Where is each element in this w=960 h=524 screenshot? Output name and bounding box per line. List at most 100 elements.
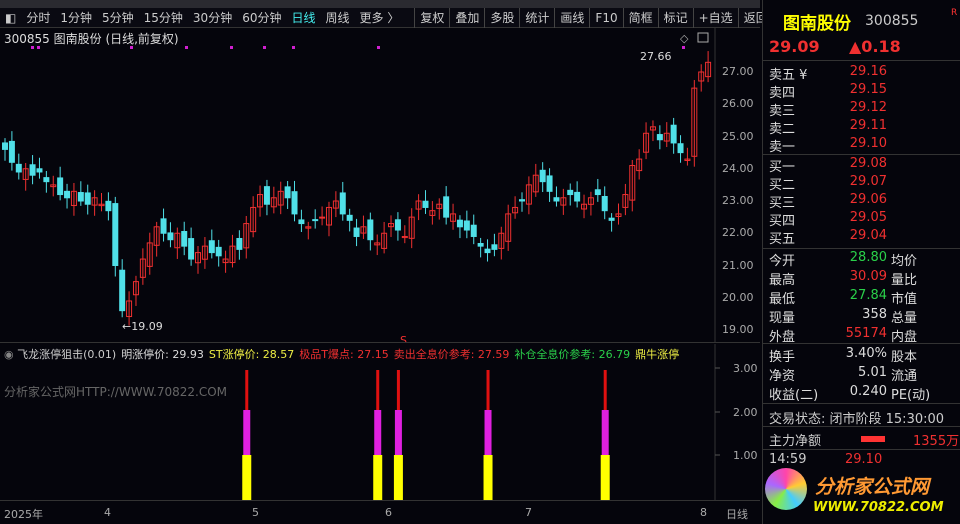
bid-row: 买一 29.08 (769, 156, 887, 175)
time-axis-label: 4 (104, 506, 111, 519)
candle (146, 232, 153, 275)
tick-price: 29.10 (845, 452, 883, 467)
stat-row: 现量 358 总量 (769, 307, 918, 326)
candle (629, 160, 636, 212)
period-tab[interactable]: 30分钟 (188, 9, 237, 26)
candle (553, 186, 560, 207)
candle (367, 212, 374, 251)
main-flow-bar (861, 436, 885, 442)
r-badge: R (951, 8, 958, 18)
finance-row: 换手 3.40% 股本 (769, 346, 918, 365)
candle (705, 51, 712, 83)
time-axis-label: 5 (252, 506, 259, 519)
candle (98, 192, 105, 212)
period-tab[interactable]: 更多 〉 (355, 9, 405, 26)
candle (491, 233, 498, 257)
period-label[interactable]: 日线 (726, 506, 748, 522)
candle (243, 215, 250, 259)
period-tab[interactable]: 分时 (21, 9, 55, 26)
candle (257, 185, 264, 217)
low-label: ←19.09 (122, 320, 163, 333)
candle (64, 183, 71, 209)
marker-dot (185, 46, 188, 49)
toolbar-button[interactable]: 简框 (622, 7, 658, 28)
candle (567, 183, 574, 206)
candle (649, 120, 656, 142)
candle (346, 208, 353, 232)
indicator-field: 补仓全息价参考: 26.79 (514, 348, 631, 361)
toolbar-button[interactable]: 叠加 (449, 7, 484, 28)
toolbar-button[interactable]: 统计 (519, 7, 554, 28)
candle (360, 215, 367, 239)
candle (505, 204, 512, 251)
candle (15, 153, 22, 180)
signal-bar (600, 370, 610, 500)
toolbar-button[interactable]: 多股 (484, 7, 519, 28)
time-axis-label: 8 (700, 506, 707, 519)
indicator-chart[interactable]: 3.00 2.00 1.00 (0, 344, 760, 500)
candle (381, 221, 388, 254)
toolbar-button[interactable]: +自选 (692, 7, 738, 28)
indicator-axis-label: 2.00 (733, 406, 758, 419)
candle (539, 162, 546, 193)
candle (263, 179, 270, 216)
tick-time: 14:59 (769, 452, 807, 467)
panel-toggle-icon[interactable] (697, 32, 709, 43)
marker-dot (263, 46, 266, 49)
chart-title: 300855 图南股份 (日线,前复权) (4, 32, 179, 46)
stat-row: 外盘 55174 内盘 (769, 326, 918, 345)
indicator-axis-label: 1.00 (733, 449, 758, 462)
period-tab[interactable]: 5分钟 (97, 9, 139, 26)
time-axis: 2025年 4 5 6 7 8 日线 (0, 500, 760, 524)
period-tab[interactable]: 日线 (286, 9, 320, 26)
time-axis-label: 7 (525, 506, 532, 519)
candle (332, 191, 339, 218)
layout-toggle-icon[interactable]: ◧ (0, 11, 21, 25)
candlestick-chart[interactable]: 27.66 ←19.09 S ◇ (0, 28, 760, 343)
candle (325, 201, 332, 237)
candle (450, 203, 457, 230)
candle (8, 131, 15, 171)
candle (581, 194, 588, 219)
indicator-field: 鼎牛涨停 (635, 348, 680, 361)
toolbar-button[interactable]: 复权 (414, 7, 449, 28)
toolbar-button[interactable]: 画线 (554, 7, 589, 28)
candle (132, 275, 139, 306)
period-tab[interactable]: 15分钟 (139, 9, 188, 26)
quote-panel: 图南股份 300855 R 29.09 ▲0.18 卖五 ¥29.16 卖四 29.15 卖三 2… (762, 0, 960, 524)
candle (574, 181, 581, 208)
candle (408, 208, 415, 249)
candle (291, 180, 298, 222)
period-tab[interactable]: 1分钟 (55, 9, 97, 26)
main-flow-value: 1355万 (913, 434, 960, 449)
period-tab[interactable]: 60分钟 (237, 9, 286, 26)
diamond-icon[interactable]: ◇ (680, 32, 689, 45)
indicator-field: 极品T爆点: 27.15 (299, 348, 389, 361)
candle (208, 229, 215, 259)
collapse-icon[interactable]: ◉ (4, 348, 17, 361)
candle (477, 237, 484, 258)
candle (546, 168, 553, 202)
candle (518, 192, 525, 212)
candle (229, 234, 236, 268)
candle (195, 246, 202, 274)
candle (188, 227, 195, 266)
candle (22, 163, 29, 191)
time-axis-label: 6 (385, 506, 392, 519)
candle (587, 191, 594, 216)
candle (663, 122, 670, 148)
ask-row: 卖三 29.12 (769, 100, 887, 119)
indicator-field: 卖出全息价参考: 27.59 (393, 348, 510, 361)
stat-row: 最高 30.09 量比 (769, 269, 918, 288)
marker-dot (292, 46, 295, 49)
toolbar-button[interactable]: F10 (589, 7, 622, 28)
candle (374, 234, 381, 256)
toolbar-button[interactable]: 标记 (657, 7, 693, 28)
logo-flower-icon (765, 468, 807, 510)
candle (167, 222, 174, 248)
candle (470, 214, 477, 245)
period-tab[interactable]: 周线 (321, 9, 355, 26)
signal-s: S (400, 334, 407, 343)
candle (91, 190, 98, 216)
candle (270, 186, 277, 214)
